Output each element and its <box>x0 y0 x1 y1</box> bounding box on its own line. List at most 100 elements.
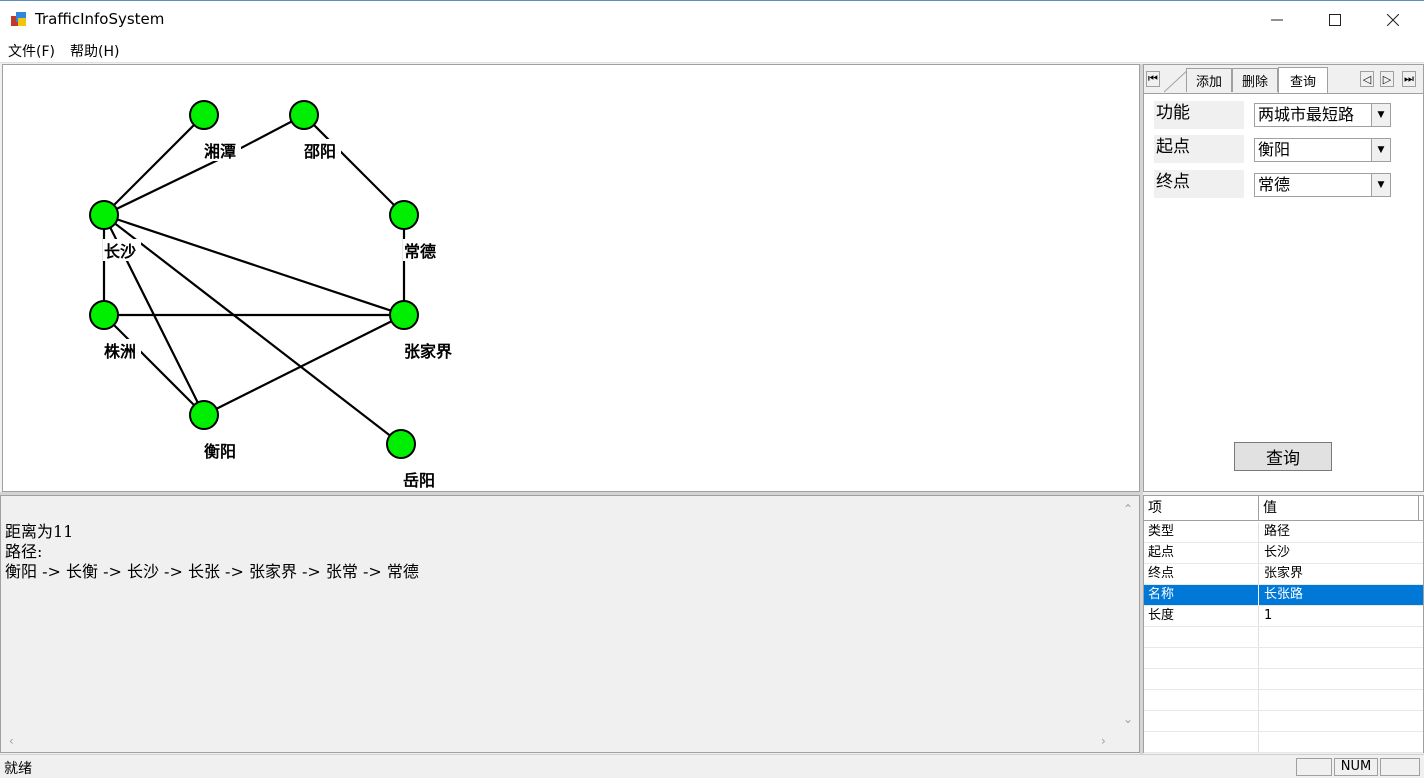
properties-grid: 项 值 类型 路径 起点 长沙 终点 张家界 名称 长张路 长度 1 <box>1143 495 1424 753</box>
label-zhuzhou: 株洲 <box>104 342 136 361</box>
node-zhangjiajie[interactable] <box>389 300 419 330</box>
query-button[interactable]: 查询 <box>1234 442 1332 471</box>
node-changde[interactable] <box>389 200 419 230</box>
maximize-button[interactable] <box>1306 1 1364 38</box>
chevron-down-icon[interactable]: ▼ <box>1371 139 1390 161</box>
tab-add[interactable]: 添加 <box>1186 68 1232 92</box>
node-changsha[interactable] <box>89 200 119 230</box>
maximize-icon <box>1329 13 1341 26</box>
column-header-value[interactable]: 值 <box>1259 496 1419 520</box>
status-bar: 就绪 NUM <box>0 754 1424 778</box>
tab-delete[interactable]: 删除 <box>1232 68 1278 92</box>
first-tab-button[interactable]: ⏮ <box>1146 71 1160 87</box>
graph-svg: 湘潭 邵阳 长沙 常德 株洲 张家界 衡阳 岳阳 <box>89 100 459 490</box>
property-row-empty <box>1144 627 1423 648</box>
scroll-left-icon[interactable]: ‹ <box>9 734 14 748</box>
output-line-path: 衡阳 -> 长衡 -> 长沙 -> 长张 -> 张家界 -> 张常 -> 常德 <box>5 562 419 581</box>
edge-shaoyang-changde <box>303 114 405 216</box>
property-item: 长度 <box>1148 608 1175 623</box>
property-item: 终点 <box>1148 566 1175 581</box>
property-value: 长张路 <box>1264 587 1304 602</box>
property-item: 类型 <box>1148 524 1175 539</box>
node-hengyang[interactable] <box>189 400 219 430</box>
property-item: 名称 <box>1148 587 1175 602</box>
status-text: 就绪 <box>4 761 32 777</box>
close-icon <box>1387 13 1399 26</box>
property-row[interactable]: 类型 路径 <box>1144 522 1423 543</box>
label-yueyang: 岳阳 <box>403 471 435 490</box>
node-shaoyang[interactable] <box>289 100 319 130</box>
label-changsha: 长沙 <box>104 242 136 261</box>
edge-changsha-yueyang <box>103 214 402 445</box>
skip-last-icon: ⏭ <box>1404 72 1414 85</box>
edge-zhuzhou-hengyang <box>103 314 205 416</box>
start-label: 起点 <box>1154 135 1244 163</box>
next-tab-button[interactable]: ▷ <box>1380 71 1394 87</box>
node-xiangtan[interactable] <box>189 100 219 130</box>
properties-header: 项 值 <box>1144 496 1423 521</box>
property-row[interactable]: 起点 长沙 <box>1144 543 1423 564</box>
node-zhuzhou[interactable] <box>89 300 119 330</box>
output-pane[interactable]: 距离为11 路径: 衡阳 -> 长衡 -> 长沙 -> 长张 -> 张家界 ->… <box>0 495 1140 753</box>
minimize-icon <box>1271 19 1283 20</box>
edge-changsha-shaoyang <box>103 157 223 216</box>
menu-help[interactable]: 帮助(H) <box>70 41 119 61</box>
property-value: 1 <box>1264 608 1273 623</box>
label-changde: 常德 <box>404 242 436 261</box>
query-panel: ⏮ 添加 删除 查询 ◁ ▷ ⏭ 功能 两城市最短路 ▼ 起点 衡阳 ▼ 终点 … <box>1143 64 1424 492</box>
title-bar: TrafficInfoSystem <box>0 0 1424 38</box>
property-row[interactable]: 终点 张家界 <box>1144 564 1423 585</box>
label-hengyang: 衡阳 <box>204 442 236 461</box>
property-item: 起点 <box>1148 545 1175 560</box>
tab-strip: ⏮ 添加 删除 查询 ◁ ▷ ⏭ <box>1144 65 1423 94</box>
menu-file[interactable]: 文件(F) <box>8 41 55 61</box>
skip-first-icon: ⏮ <box>1148 72 1158 85</box>
label-xiangtan: 湘潭 <box>204 142 236 161</box>
edge-changsha-zhangjiajie <box>103 213 405 317</box>
minimize-button[interactable] <box>1248 1 1306 38</box>
property-row-selected[interactable]: 名称 长张路 <box>1144 585 1423 606</box>
start-select[interactable]: 衡阳 ▼ <box>1254 138 1391 162</box>
chevron-down-icon[interactable]: ▼ <box>1371 104 1390 126</box>
property-row-empty <box>1144 669 1423 690</box>
chevron-down-icon[interactable]: ▼ <box>1371 174 1390 196</box>
property-row[interactable]: 长度 1 <box>1144 606 1423 627</box>
label-zhangjiajie: 张家界 <box>404 342 452 361</box>
start-value: 衡阳 <box>1258 140 1291 159</box>
property-value: 路径 <box>1264 524 1291 539</box>
status-pane-num: NUM <box>1334 758 1378 776</box>
property-row-empty <box>1144 648 1423 669</box>
property-row-empty <box>1144 711 1423 732</box>
window-title: TrafficInfoSystem <box>35 10 165 28</box>
tab-query[interactable]: 查询 <box>1278 67 1328 93</box>
prev-icon: ◁ <box>1362 72 1372 86</box>
scroll-right-icon[interactable]: › <box>1101 734 1106 748</box>
graph-edges <box>102 114 406 445</box>
property-value: 张家界 <box>1264 566 1304 581</box>
function-select[interactable]: 两城市最短路 ▼ <box>1254 103 1391 127</box>
next-icon: ▷ <box>1382 72 1392 86</box>
prev-tab-button[interactable]: ◁ <box>1360 71 1374 87</box>
edge-hengyang-zhangjiajie <box>203 314 405 416</box>
graph-canvas[interactable]: 湘潭 邵阳 长沙 常德 株洲 张家界 衡阳 岳阳 <box>2 64 1140 492</box>
status-pane-caps <box>1296 758 1332 776</box>
scroll-up-icon[interactable]: ⌃ <box>1123 502 1133 516</box>
status-pane-scrl <box>1380 758 1420 776</box>
end-label: 终点 <box>1154 170 1244 198</box>
app-icon <box>11 12 26 26</box>
column-header-item[interactable]: 项 <box>1144 496 1259 520</box>
node-yueyang[interactable] <box>386 429 416 459</box>
property-value: 长沙 <box>1264 545 1291 560</box>
graph-nodes <box>89 100 419 459</box>
function-value: 两城市最短路 <box>1258 105 1355 124</box>
close-button[interactable] <box>1364 1 1422 38</box>
function-label: 功能 <box>1154 101 1244 129</box>
property-row-empty <box>1144 690 1423 711</box>
property-row-empty <box>1144 732 1423 753</box>
label-shaoyang: 邵阳 <box>303 142 336 161</box>
scroll-down-icon[interactable]: ⌄ <box>1123 712 1133 726</box>
end-value: 常德 <box>1258 175 1291 194</box>
last-tab-button[interactable]: ⏭ <box>1402 71 1416 87</box>
menu-bar: 文件(F) 帮助(H) <box>0 38 1424 63</box>
end-select[interactable]: 常德 ▼ <box>1254 173 1391 197</box>
